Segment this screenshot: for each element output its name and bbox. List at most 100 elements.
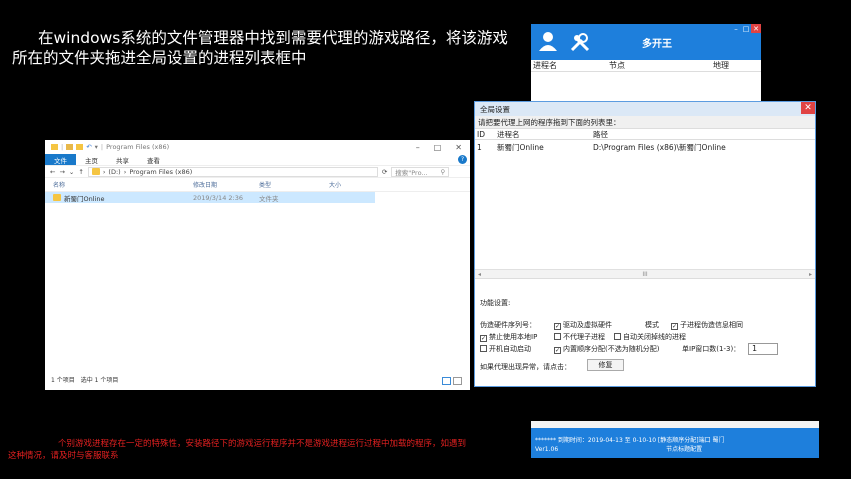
checkbox[interactable] xyxy=(554,333,561,340)
search-input[interactable]: 搜索"Pro... ⚲ xyxy=(391,166,450,177)
autostart-option[interactable]: 开机自动启动 xyxy=(480,344,531,354)
multi-open-header: 多开王 – □ ✕ xyxy=(531,24,761,60)
drag-hint: 请把要代理上网的程序拖到下面的列表里： xyxy=(475,116,815,129)
file-explorer-window: | ↶ ▾ | Program Files (x86) – □ ✕ 文件 主页 … xyxy=(45,140,470,390)
refresh-icon[interactable]: ⟳ xyxy=(382,168,387,176)
details-view-icon[interactable] xyxy=(442,377,451,385)
chevron-down-icon[interactable]: ⌄ xyxy=(69,168,74,176)
close-button[interactable]: ✕ xyxy=(801,102,815,114)
driver-option[interactable]: 驱动及虚拟硬件 xyxy=(554,320,612,330)
breadcrumb-drive[interactable]: (D:) xyxy=(108,168,120,176)
properties-icon[interactable] xyxy=(66,144,74,150)
horizontal-scrollbar[interactable]: ◂ III ▸ xyxy=(475,269,815,278)
single-ip-label: 单IP窗口数(1-3)： xyxy=(682,345,741,353)
process-list-header: ID 进程名 路径 xyxy=(475,129,815,140)
folder-icon xyxy=(91,168,100,175)
instruction-text: 在windows系统的文件管理器中找到需要代理的游戏路径，将该游戏所在的文件夹拖… xyxy=(12,29,508,67)
chevron-down-icon[interactable]: ▾ xyxy=(95,143,98,151)
chevron-right-icon: › xyxy=(102,167,106,176)
horizontal-scrollbar[interactable] xyxy=(531,421,819,428)
multi-open-title: 多开王 xyxy=(642,39,672,50)
maximize-button[interactable]: □ xyxy=(434,143,442,152)
new-folder-icon[interactable] xyxy=(76,144,84,150)
table-row[interactable]: 1 新蜀门Online D:\Program Files (x86)\新蜀门On… xyxy=(475,140,815,154)
dialog-title: 全局设置 xyxy=(475,102,815,116)
status-line: ******* 到期时间：2019-04-13 至 0-10-10 [静态顺序分… xyxy=(535,437,725,444)
folder-icon xyxy=(53,194,61,201)
single-ip-input[interactable]: 1 xyxy=(748,343,778,355)
help-icon[interactable]: ? xyxy=(458,155,467,164)
version-label: Ver1.06 xyxy=(535,446,559,453)
large-icons-view-icon[interactable] xyxy=(453,377,462,385)
row-process: 新蜀门Online xyxy=(497,142,544,152)
file-name: 新蜀门Online xyxy=(64,194,105,203)
column-size[interactable]: 大小 xyxy=(329,180,375,189)
row-id: 1 xyxy=(477,142,482,152)
process-list-header: 进程名 节点 地理 xyxy=(531,60,761,72)
column-process[interactable]: 进程名 xyxy=(531,60,609,71)
warning-note: 个别游戏进程存在一定的特殊性，安装路径下的游戏运行程序并不是游戏进程运行过程中加… xyxy=(8,439,467,461)
ribbon-tabs: 文件 主页 共享 查看 ? xyxy=(45,154,470,165)
column-id[interactable]: ID xyxy=(475,130,485,139)
global-settings-dialog: 全局设置 ✕ 请把要代理上网的程序拖到下面的列表里： ID 进程名 路径 1 新… xyxy=(474,101,816,387)
column-date[interactable]: 修改日期 xyxy=(193,180,259,189)
mode-label: 模式 xyxy=(645,321,659,329)
breadcrumb-folder[interactable]: Program Files (x86) xyxy=(129,168,192,176)
child-same-option[interactable]: 子进程伪造信息相同 xyxy=(671,320,743,330)
column-geo[interactable]: 地理 xyxy=(713,60,729,71)
scroll-left-icon[interactable]: ◂ xyxy=(478,271,481,278)
column-process[interactable]: 进程名 xyxy=(485,129,559,140)
file-type: 文件夹 xyxy=(259,194,279,203)
error-label: 如果代理出现异常，请点击： xyxy=(480,363,571,371)
process-list[interactable]: ID 进程名 路径 1 新蜀门Online D:\Program Files (… xyxy=(475,129,815,279)
column-node[interactable]: 节点 xyxy=(609,60,713,71)
seq-alloc-option[interactable]: 内置顺序分配(不选为随机分配) xyxy=(554,344,659,354)
minimize-button[interactable]: – xyxy=(416,143,420,152)
checkbox[interactable] xyxy=(671,323,678,330)
up-arrow-icon[interactable]: ↑ xyxy=(78,168,83,176)
search-icon: ⚲ xyxy=(440,167,446,176)
checkbox[interactable] xyxy=(614,333,621,340)
status-count: 1 个项目 xyxy=(51,377,75,384)
fix-button[interactable]: 修复 xyxy=(587,359,624,371)
table-row[interactable]: 新蜀门Online 2019/3/14 2:36 文件夹 xyxy=(45,192,375,203)
forward-arrow-icon[interactable]: → xyxy=(59,168,64,176)
checkbox[interactable] xyxy=(554,347,561,354)
maximize-button[interactable]: □ xyxy=(741,24,751,33)
undo-icon[interactable]: ↶ xyxy=(86,143,91,151)
chevron-right-icon: › xyxy=(123,167,127,176)
function-label: 功能设置: xyxy=(480,299,511,307)
close-button[interactable]: ✕ xyxy=(751,24,761,33)
minimize-button[interactable]: – xyxy=(731,24,741,33)
view-toggles xyxy=(442,377,462,385)
scroll-thumb[interactable]: III xyxy=(642,271,647,278)
no-local-ip-option[interactable]: 禁止使用本地IP xyxy=(480,332,537,342)
row-path: D:\Program Files (x86)\新蜀门Online xyxy=(593,142,726,152)
address-bar[interactable]: › (D:) › Program Files (x86) xyxy=(87,166,378,177)
status-bar: 1 个项目 选中 1 个项目 xyxy=(51,375,118,384)
scroll-right-icon[interactable]: ▸ xyxy=(809,271,812,278)
column-name[interactable]: 名称 xyxy=(45,180,193,189)
node-title-config[interactable]: 节点标题配置 xyxy=(666,445,702,454)
folder-icon xyxy=(51,144,58,150)
back-arrow-icon[interactable]: ← xyxy=(50,168,55,176)
column-type[interactable]: 类型 xyxy=(259,180,329,189)
checkbox[interactable] xyxy=(480,345,487,352)
column-headers: 名称 修改日期 类型 大小 xyxy=(45,178,470,192)
tab-view[interactable]: 查看 xyxy=(138,154,169,165)
auto-close-option[interactable]: 自动关闭掉线的进程 xyxy=(614,332,686,342)
column-path[interactable]: 路径 xyxy=(559,129,815,140)
hw-serial-label: 伪造硬件序列号： xyxy=(480,321,536,329)
tab-share[interactable]: 共享 xyxy=(107,154,138,165)
tools-icon[interactable] xyxy=(568,30,592,54)
address-bar-row: ← → ⌄ ↑ › (D:) › Program Files (x86) ⟳ 搜… xyxy=(45,165,470,178)
checkbox[interactable] xyxy=(554,323,561,330)
tab-home[interactable]: 主页 xyxy=(76,154,107,165)
explorer-titlebar: | ↶ ▾ | Program Files (x86) – □ ✕ xyxy=(45,140,470,154)
no-child-option[interactable]: 不代理子进程 xyxy=(554,332,605,342)
checkbox[interactable] xyxy=(480,335,487,342)
close-button[interactable]: ✕ xyxy=(455,143,462,152)
tab-file[interactable]: 文件 xyxy=(45,154,76,165)
user-icon[interactable] xyxy=(537,30,559,52)
file-date: 2019/3/14 2:36 xyxy=(193,193,243,202)
